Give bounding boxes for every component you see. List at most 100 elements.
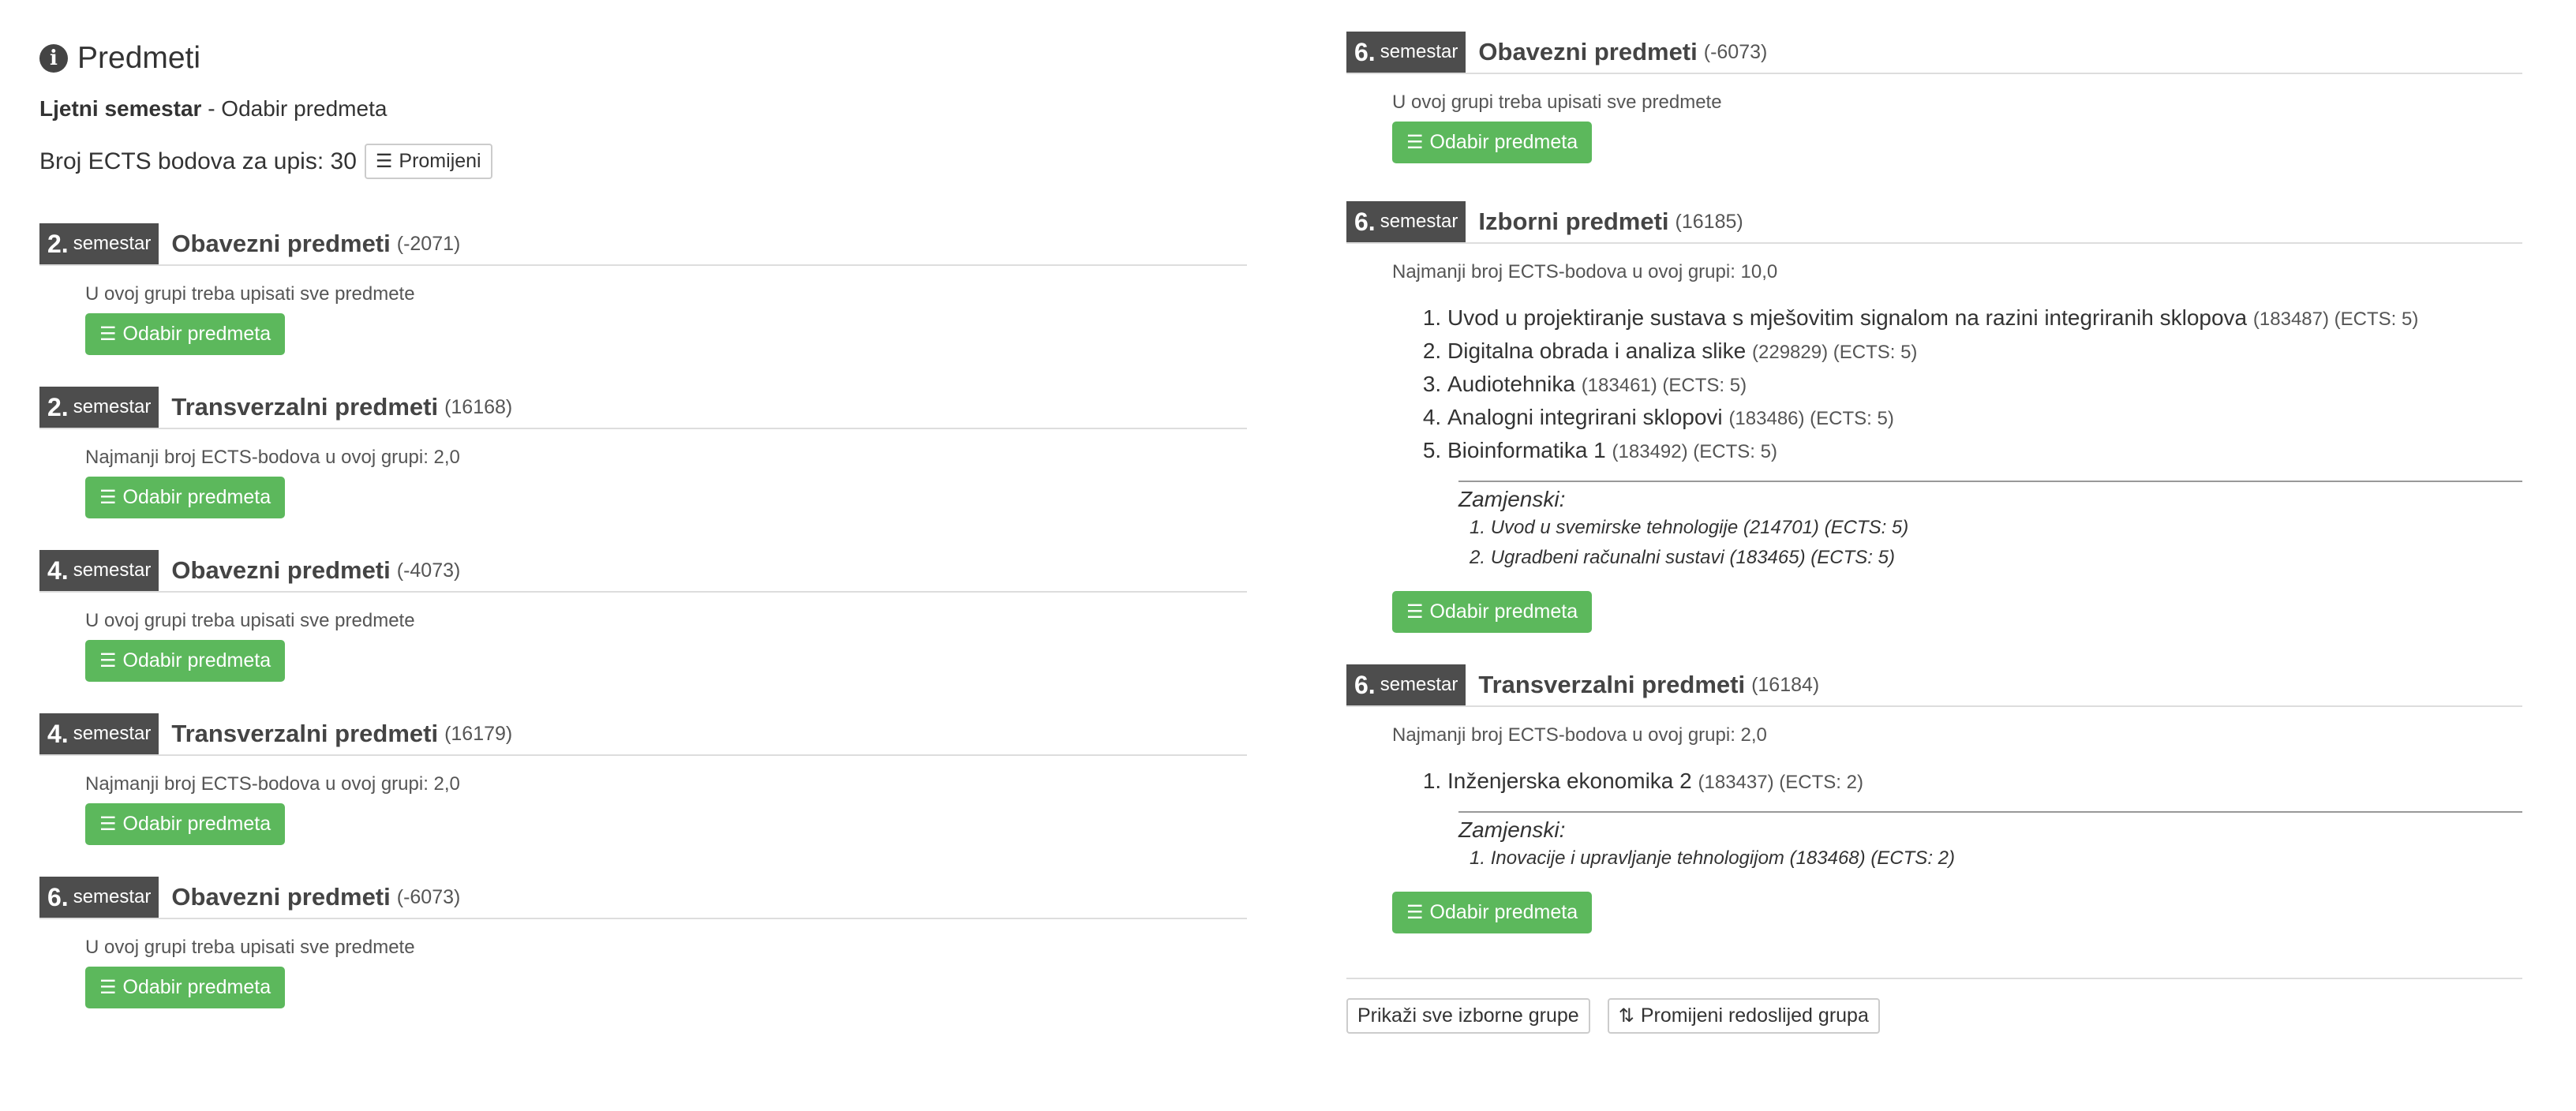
- subtitle-bold: Ljetni semestar: [39, 96, 202, 121]
- footer-divider: [1346, 978, 2522, 979]
- semester-label: 6. semestar: [1346, 201, 1466, 242]
- list-icon: ☰: [1406, 600, 1424, 623]
- course-meta: (183492) (ECTS: 5): [1612, 441, 1777, 462]
- semester-word: semestar: [73, 559, 152, 581]
- course-list: Uvod u projektiranje sustava s mješoviti…: [1392, 305, 2522, 463]
- ects-line: Broj ECTS bodova za upis: 30 ☰ Promijeni: [39, 144, 1247, 179]
- group-header: 6. semestar Obavezni predmeti (-6073): [39, 877, 1247, 919]
- group-body: U ovoj grupi treba upisati sve predmete …: [39, 283, 1247, 355]
- semester-word: semestar: [73, 723, 152, 744]
- group-title: Transverzalni predmeti (16168): [159, 387, 512, 428]
- semester-word: semestar: [73, 886, 152, 907]
- course-meta: (183461) (ECTS: 5): [1581, 375, 1747, 396]
- group-body: U ovoj grupi treba upisati sve predmete …: [1346, 92, 2522, 163]
- alternatives-title: Zamjenski:: [1458, 817, 1566, 842]
- select-courses-label: Odabir predmeta: [1429, 901, 1578, 923]
- semester-number: 6.: [1354, 207, 1376, 236]
- group: 4. semestar Transverzalni predmeti (1617…: [39, 713, 1247, 845]
- list-item: Uvod u svemirske tehnologije (214701) (E…: [1470, 517, 2522, 539]
- course-name: Inženjerska ekonomika 2: [1447, 769, 1692, 793]
- course-name: Analogni integrirani sklopovi: [1447, 405, 1723, 429]
- list-item: Inovacije i upravljanje tehnologijom (18…: [1470, 847, 2522, 870]
- group-title: Transverzalni predmeti (16179): [159, 713, 512, 754]
- alternatives-title: Zamjenski:: [1458, 487, 1566, 511]
- course-meta: (183437) (ECTS: 2): [1698, 772, 1863, 793]
- group-body: U ovoj grupi treba upisati sve predmete …: [39, 610, 1247, 682]
- select-courses-button[interactable]: ☰ Odabir predmeta: [85, 477, 286, 518]
- right-column: 6. semestar Obavezni predmeti (-6073) U …: [1346, 32, 2522, 1034]
- select-courses-label: Odabir predmeta: [122, 486, 271, 508]
- select-courses-button[interactable]: ☰ Odabir predmeta: [85, 803, 286, 845]
- course-name: Bioinformatika 1: [1447, 438, 1606, 462]
- select-courses-label: Odabir predmeta: [1429, 131, 1578, 153]
- list-icon: ☰: [1406, 131, 1424, 153]
- select-courses-button[interactable]: ☰ Odabir predmeta: [85, 313, 286, 355]
- show-all-groups-button[interactable]: Prikaži sve izborne grupe: [1346, 998, 1590, 1034]
- semester-number: 6.: [47, 882, 69, 911]
- select-courses-button[interactable]: ☰ Odabir predmeta: [1392, 591, 1593, 633]
- list-item: Analogni integrirani sklopovi (183486) (…: [1447, 405, 2522, 430]
- subtitle-rest: - Odabir predmeta: [201, 96, 388, 121]
- semester-word: semestar: [1380, 211, 1458, 232]
- page-title-text: Predmeti: [77, 41, 201, 75]
- group: 6. semestar Obavezni predmeti (-6073) U …: [39, 877, 1247, 1008]
- alternatives-list: Uvod u svemirske tehnologije (214701) (E…: [1458, 517, 2522, 569]
- group-header: 2. semestar Transverzalni predmeti (1616…: [39, 387, 1247, 429]
- change-ects-button[interactable]: ☰ Promijeni: [364, 144, 492, 179]
- group: 4. semestar Obavezni predmeti (-4073) U …: [39, 550, 1247, 682]
- group-title: Obavezni predmeti (-6073): [159, 877, 460, 918]
- alternatives-box: Zamjenski: Uvod u svemirske tehnologije …: [1458, 481, 2522, 569]
- semester-word: semestar: [1380, 41, 1458, 62]
- course-meta: (183487) (ECTS: 5): [2252, 309, 2419, 330]
- semester-number: 2.: [47, 392, 69, 421]
- group-note: U ovoj grupi treba upisati sve predmete: [1392, 92, 1722, 113]
- reorder-groups-label: Promijeni redoslijed grupa: [1640, 1004, 1869, 1027]
- group-code: (16184): [1751, 673, 1820, 696]
- group: 2. semestar Obavezni predmeti (-2071) U …: [39, 223, 1247, 355]
- reorder-groups-button[interactable]: ⇅ Promijeni redoslijed grupa: [1607, 998, 1880, 1034]
- select-courses-button[interactable]: ☰ Odabir predmeta: [85, 640, 286, 682]
- semester-label: 2. semestar: [39, 387, 159, 428]
- group-body: Najmanji broj ECTS-bodova u ovoj grupi: …: [39, 447, 1247, 518]
- list-icon: ☰: [99, 976, 117, 998]
- semester-label: 4. semestar: [39, 713, 159, 754]
- group-code: (16179): [444, 722, 513, 745]
- semester-number: 6.: [1354, 37, 1376, 66]
- semester-number: 2.: [47, 229, 69, 258]
- select-courses-button[interactable]: ☰ Odabir predmeta: [85, 967, 286, 1008]
- list-icon: ☰: [99, 323, 117, 345]
- semester-word: semestar: [73, 233, 152, 254]
- group-title-text: Transverzalni predmeti: [171, 393, 439, 421]
- group-header: 6. semestar Transverzalni predmeti (1618…: [1346, 664, 2522, 707]
- group-title-text: Izborni predmeti: [1478, 208, 1669, 235]
- semester-label: 6. semestar: [1346, 664, 1466, 705]
- show-all-groups-label: Prikaži sve izborne grupe: [1357, 1004, 1579, 1027]
- group-code: (-6073): [1703, 40, 1768, 63]
- group-header: 4. semestar Transverzalni predmeti (1617…: [39, 713, 1247, 756]
- select-courses-label: Odabir predmeta: [122, 323, 271, 345]
- group: 2. semestar Transverzalni predmeti (1616…: [39, 387, 1247, 518]
- list-item: Inženjerska ekonomika 2 (183437) (ECTS: …: [1447, 769, 2522, 794]
- group-note: U ovoj grupi treba upisati sve predmete: [85, 610, 415, 631]
- list-item: Uvod u projektiranje sustava s mješoviti…: [1447, 305, 2522, 331]
- group-header: 6. semestar Izborni predmeti (16185): [1346, 201, 2522, 244]
- group-title: Izborni predmeti (16185): [1466, 201, 1743, 242]
- select-courses-button[interactable]: ☰ Odabir predmeta: [1392, 122, 1593, 163]
- group-body: Najmanji broj ECTS-bodova u ovoj grupi: …: [1346, 261, 2522, 633]
- sort-icon: ⇅: [1618, 1004, 1634, 1027]
- subtitle: Ljetni semestar - Odabir predmeta: [39, 96, 1247, 122]
- list-icon: ☰: [99, 486, 117, 508]
- course-name: Audiotehnika: [1447, 372, 1575, 396]
- semester-label: 6. semestar: [39, 877, 159, 918]
- group-code: (16168): [444, 395, 513, 418]
- group-title: Transverzalni predmeti (16184): [1466, 664, 1819, 705]
- group: 6. semestar Transverzalni predmeti (1618…: [1346, 664, 2522, 933]
- select-courses-button[interactable]: ☰ Odabir predmeta: [1392, 892, 1593, 933]
- course-name: Digitalna obrada i analiza slike: [1447, 339, 1747, 363]
- group-title-text: Obavezni predmeti: [171, 883, 391, 911]
- group: 6. semestar Obavezni predmeti (-6073) U …: [1346, 32, 2522, 163]
- list-icon: ☰: [99, 813, 117, 835]
- course-meta: (183486) (ECTS: 5): [1728, 408, 1894, 429]
- group-title: Obavezni predmeti (-2071): [159, 223, 460, 264]
- group-title: Obavezni predmeti (-4073): [159, 550, 460, 591]
